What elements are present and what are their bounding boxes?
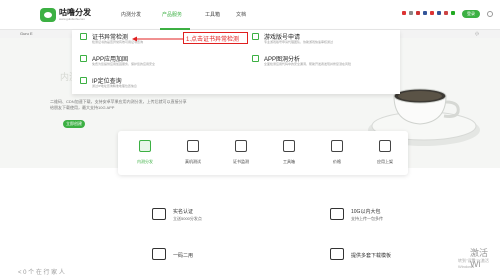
lower-item-title: 实名认证 bbox=[173, 209, 194, 215]
annotation-text: 1.点击证书异常检测 bbox=[186, 37, 240, 43]
windows-activation-hint: 转到"设置"以激活Windows bbox=[458, 258, 489, 269]
feature-device-testing[interactable]: 真机测试 bbox=[178, 137, 208, 171]
expand-icon bbox=[139, 140, 151, 152]
subbar-left-text: Guru E bbox=[20, 31, 33, 36]
logo-icon[interactable] bbox=[40, 8, 56, 22]
dropdown-item-ip-lookup[interactable]: IP定位查询 通过IP地址查询精准地理位置信息 bbox=[72, 74, 232, 92]
flag-icon[interactable] bbox=[444, 11, 448, 15]
nav-internal-distribution[interactable]: 内测分发 bbox=[121, 11, 141, 18]
footer-text: < 0 个 在 行 家 人 bbox=[18, 270, 65, 276]
feature-label: 内测分发 bbox=[137, 159, 153, 164]
template-icon bbox=[330, 248, 344, 260]
dropdown-item-vuln-analysis[interactable]: APP图洞分析 全面检测应用代码中的安全漏洞，帮助开发者发现并修复潜在风险 bbox=[242, 52, 400, 72]
qrcode-icon bbox=[152, 248, 166, 260]
lower-item-sub: 支持上传一包多传 bbox=[351, 216, 383, 221]
price-tag-icon bbox=[331, 140, 343, 152]
dropdown-item-desc: 专业游戏版号申请代理团队，协助游戏快速审核通过 bbox=[264, 40, 334, 44]
flag-icon[interactable] bbox=[402, 11, 406, 15]
lower-item-title: 10G以内大包 bbox=[351, 209, 381, 215]
feature-toolbox[interactable]: 工具箱 bbox=[274, 137, 304, 171]
lower-item-sub: 立送5000分发点 bbox=[173, 216, 202, 221]
tablet-icon bbox=[187, 140, 199, 152]
feature-pricing[interactable]: 价格 bbox=[322, 137, 352, 171]
feature-label: 应用上架 bbox=[377, 159, 393, 164]
flag-icon[interactable] bbox=[451, 11, 455, 15]
lower-item-title: 提供多套下载模板 bbox=[351, 253, 392, 259]
flag-icon[interactable] bbox=[416, 11, 420, 15]
shield-icon bbox=[80, 55, 87, 62]
dropdown-item-desc: 免费为您提供应用加固服务，保护您的应用安全 bbox=[92, 62, 156, 66]
feature-internal-distribution[interactable]: 内测分发 bbox=[130, 137, 160, 171]
flag-icon[interactable] bbox=[430, 11, 434, 15]
grid-icon bbox=[379, 140, 391, 152]
dropdown-item-game-license[interactable]: 游戏版号申请 专业游戏版号申请代理团队，协助游戏快速审核通过 bbox=[242, 30, 400, 50]
nav-product-services[interactable]: 产品服务 bbox=[162, 11, 182, 18]
toolbox-icon bbox=[283, 140, 295, 152]
game-icon bbox=[252, 33, 259, 40]
flag-icon[interactable] bbox=[409, 11, 413, 15]
dropdown-item-desc: 通过IP地址查询精准地理位置信息 bbox=[92, 84, 137, 88]
nav-toolbox[interactable]: 工具箱 bbox=[205, 11, 220, 18]
annotation-arrow-icon bbox=[132, 36, 183, 42]
create-now-button[interactable]: 立即创建 bbox=[63, 120, 85, 128]
dropdown-item-app-hardening[interactable]: APP应用加固 免费为您提供应用加固服务，保护您的应用安全 bbox=[72, 52, 232, 72]
top-nav: 咕噜分发 www.gulufenfa.com 内测分发 产品服务 工具箱 文档 … bbox=[0, 0, 500, 30]
feature-cert-monitor[interactable]: 证书监测 bbox=[226, 137, 256, 171]
dropdown-item-desc: 全面检测应用代码中的安全漏洞，帮助开发者发现并修复潜在风险 bbox=[264, 62, 352, 66]
user-icon[interactable] bbox=[487, 11, 493, 17]
brand-subtitle: www.gulufenfa.com bbox=[59, 17, 86, 21]
document-icon bbox=[235, 140, 247, 152]
flag-icon[interactable] bbox=[437, 11, 441, 15]
feature-app-listing[interactable]: 应用上架 bbox=[370, 137, 400, 171]
feature-label: 价格 bbox=[333, 159, 341, 164]
nav-docs[interactable]: 文档 bbox=[236, 11, 246, 18]
location-icon bbox=[80, 77, 87, 84]
certificate-icon bbox=[80, 33, 87, 40]
login-button[interactable]: 登录 bbox=[462, 10, 480, 18]
scan-icon bbox=[252, 55, 259, 62]
feature-label: 工具箱 bbox=[283, 159, 295, 164]
upload-icon bbox=[330, 208, 344, 220]
subbar-right-text: 小 bbox=[475, 31, 479, 36]
flag-icon[interactable] bbox=[423, 11, 427, 15]
lower-item-title: 一码二用 bbox=[173, 253, 194, 259]
id-card-icon bbox=[152, 208, 166, 220]
feature-strip: 内测分发 真机测试 证书监测 工具箱 价格 应用上架 bbox=[118, 131, 408, 175]
feature-label: 证书监测 bbox=[233, 159, 249, 164]
hero-description: 二维码、CDN加速下载，支持安卓苹果应用内测分发，上传后就可以直接分享给朋友下载… bbox=[50, 99, 187, 110]
feature-label: 真机测试 bbox=[185, 159, 201, 164]
